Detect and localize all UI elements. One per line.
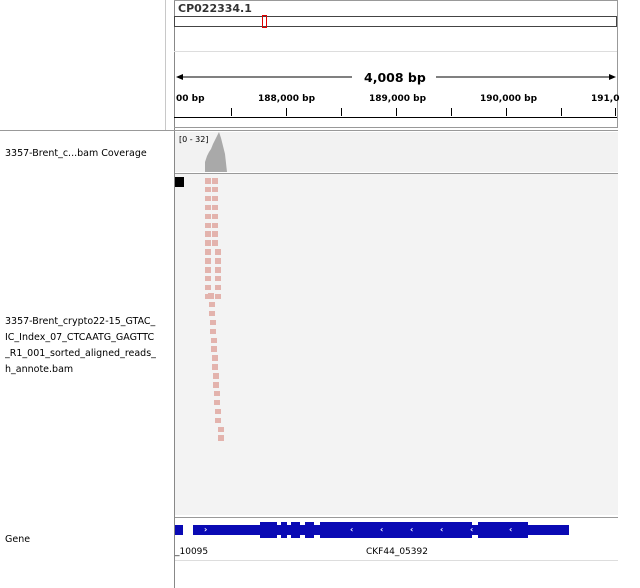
strand-reverse-icon: ‹ (509, 525, 513, 534)
aligned-read[interactable] (213, 382, 219, 388)
aligned-read[interactable] (212, 222, 218, 228)
aligned-read[interactable] (205, 195, 211, 202)
aligned-read[interactable] (215, 267, 221, 273)
alignment-track-name-line[interactable]: h_annote.bam (5, 364, 159, 375)
aligned-read[interactable] (215, 408, 221, 415)
aligned-read[interactable] (215, 284, 221, 291)
ruler-tick (396, 108, 397, 116)
gene-exon (320, 522, 472, 538)
downsampled-marker (175, 177, 184, 187)
gene-exon (260, 522, 277, 538)
strand-reverse-icon: ‹ (470, 525, 474, 534)
aligned-read[interactable] (215, 417, 221, 424)
ruler-panel: CP022334.1 4,008 bp 00 bp 188,000 bp 189… (174, 0, 620, 128)
ruler-tick (615, 108, 616, 116)
gene-exon (478, 522, 528, 538)
aligned-read[interactable] (212, 204, 218, 211)
aligned-read[interactable] (218, 435, 224, 441)
ruler-tick (451, 108, 452, 116)
ruler-tick (506, 108, 507, 116)
aligned-read[interactable] (210, 319, 216, 326)
aligned-read[interactable] (212, 186, 218, 193)
aligned-read[interactable] (205, 249, 211, 255)
chromosome-ideogram[interactable] (174, 16, 617, 27)
aligned-read[interactable] (212, 240, 218, 246)
ruler-tick (341, 108, 342, 116)
aligned-read[interactable] (205, 240, 211, 246)
aligned-read[interactable] (209, 310, 215, 317)
aligned-read[interactable] (212, 231, 218, 237)
panel-separator (175, 517, 618, 518)
gene-exon (291, 522, 300, 538)
aligned-read[interactable] (205, 231, 211, 237)
tick-label: 00 bp (176, 94, 205, 104)
panel-separator (175, 560, 618, 561)
coverage-track[interactable] (175, 132, 618, 172)
ruler-baseline (174, 117, 617, 118)
tick-label: 188,000 bp (258, 94, 316, 104)
aligned-read[interactable] (215, 275, 221, 282)
aligned-read[interactable] (209, 301, 215, 308)
aligned-read[interactable] (215, 249, 221, 255)
ruler-tick (561, 108, 562, 116)
aligned-read[interactable] (214, 399, 220, 406)
span-label: 4,008 bp (364, 70, 426, 85)
aligned-read[interactable] (212, 213, 218, 220)
alignment-track-name-line[interactable]: 3357-Brent_crypto22-15_GTAC_ (5, 316, 159, 327)
name-panel-divider (165, 0, 166, 130)
ruler-tick (286, 108, 287, 116)
strand-reverse-icon: ‹ (440, 525, 444, 534)
aligned-read[interactable] (214, 390, 220, 397)
panel-separator (0, 130, 618, 131)
aligned-read[interactable] (205, 222, 211, 228)
coverage-track-name[interactable]: 3357-Brent_c...bam Coverage (5, 148, 163, 159)
aligned-read[interactable] (211, 346, 217, 352)
alignment-track-name-line[interactable]: _R1_001_sorted_aligned_reads_ (5, 348, 159, 359)
aligned-read[interactable] (205, 258, 211, 264)
alignment-track-name-line[interactable]: IC_Index_07_CTCAATG_GAGTTC (5, 332, 159, 343)
aligned-read[interactable] (205, 204, 211, 211)
aligned-read[interactable] (215, 258, 221, 264)
gene-exon (281, 522, 287, 538)
chromosome-name: CP022334.1 (178, 2, 252, 15)
current-region-marker (262, 15, 267, 28)
strand-reverse-icon: ‹ (350, 525, 354, 534)
aligned-read[interactable] (205, 284, 211, 291)
aligned-read[interactable] (213, 373, 219, 379)
gene-feature-label: CKF44_05392 (366, 547, 428, 557)
aligned-read[interactable] (211, 337, 217, 343)
strand-reverse-icon: ‹ (380, 525, 384, 534)
aligned-read[interactable] (210, 328, 216, 335)
tick-label: 189,000 bp (369, 94, 427, 104)
aligned-read[interactable] (215, 293, 221, 300)
tick-label: 190,000 bp (480, 94, 538, 104)
gene-feature-label: _10095 (175, 547, 209, 557)
aligned-read[interactable] (205, 178, 211, 184)
aligned-read[interactable] (205, 186, 211, 193)
gene-track-name[interactable]: Gene (5, 534, 30, 545)
coverage-histogram (205, 132, 227, 172)
aligned-read[interactable] (208, 293, 214, 299)
strand-forward-icon: › (204, 525, 208, 534)
aligned-read[interactable] (212, 195, 218, 202)
aligned-read[interactable] (212, 355, 218, 361)
tick-label: 191,0 (591, 94, 620, 104)
ideogram-bottom-line (174, 51, 617, 52)
gene-feature-left[interactable] (175, 525, 183, 535)
aligned-read[interactable] (205, 213, 211, 220)
aligned-read[interactable] (205, 267, 211, 273)
strand-reverse-icon: ‹ (410, 525, 414, 534)
aligned-read[interactable] (218, 426, 224, 432)
gene-exon (305, 522, 314, 538)
aligned-read[interactable] (212, 364, 218, 370)
alignment-track[interactable] (175, 174, 618, 515)
aligned-read[interactable] (212, 178, 218, 184)
aligned-read[interactable] (205, 275, 211, 282)
ruler-tick (231, 108, 232, 116)
